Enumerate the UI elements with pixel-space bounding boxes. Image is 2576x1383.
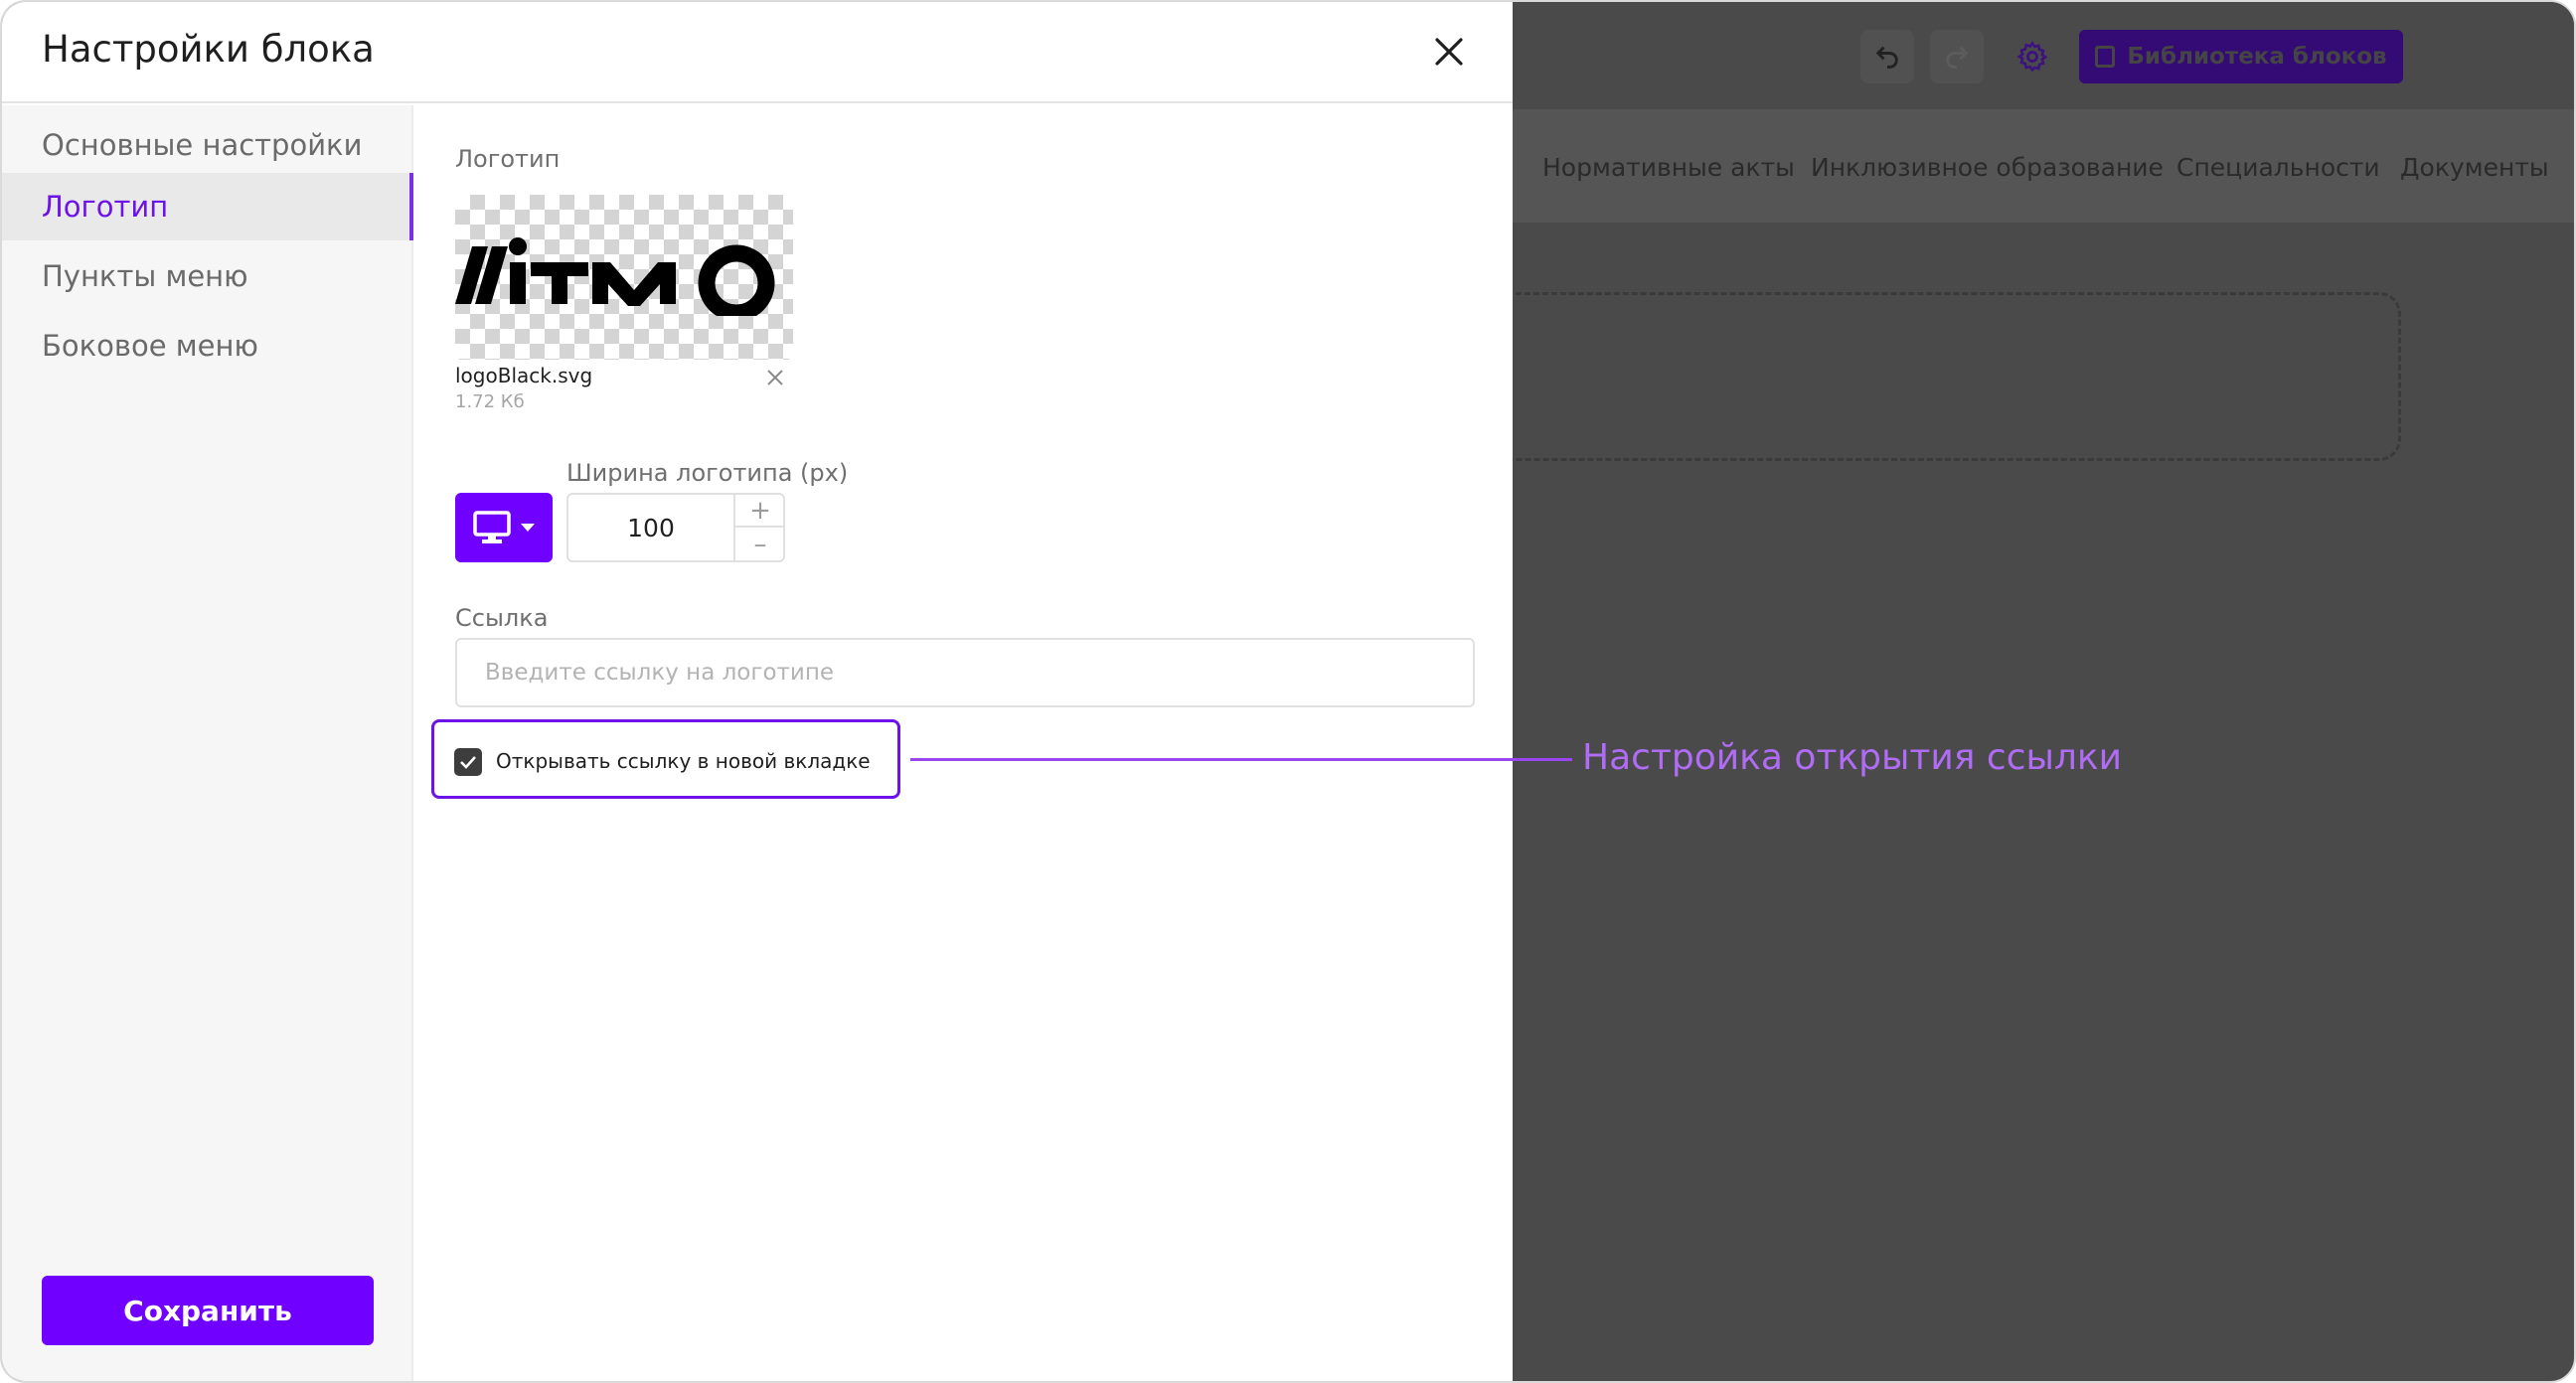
block-settings-dialog: Настройки блока Основные настройки Логот… <box>2 2 1513 1381</box>
block-drop-zone <box>1413 292 2401 461</box>
sidebar-item-menu-items[interactable]: Пункты меню <box>2 242 413 310</box>
close-button[interactable] <box>1425 28 1473 76</box>
itmo-logo <box>455 237 775 316</box>
dialog-title: Настройки блока <box>42 28 375 71</box>
nav-item-specialties[interactable]: Специальности <box>2176 153 2380 182</box>
decrement-button[interactable]: – <box>735 528 785 560</box>
chevron-down-icon <box>521 524 535 532</box>
redo-icon <box>1946 46 1969 69</box>
close-icon <box>767 370 783 385</box>
nav-item-inclusive-education[interactable]: Инклюзивное образование <box>1811 153 2164 182</box>
desktop-icon <box>473 511 511 543</box>
remove-file-button[interactable] <box>763 366 787 389</box>
nav-item-documents[interactable]: Документы <box>2400 153 2549 182</box>
library-icon <box>2095 46 2116 68</box>
close-icon <box>1435 38 1463 66</box>
annotation-label: Настройка открытия ссылки <box>1582 737 2123 778</box>
annotation-leader-line <box>910 758 1572 761</box>
stepper-controls: + – <box>733 495 785 560</box>
logo-preview[interactable] <box>455 195 793 360</box>
gear-icon <box>2016 41 2048 73</box>
save-button[interactable]: Сохранить <box>42 1276 374 1345</box>
link-input[interactable] <box>455 638 1475 707</box>
open-in-new-tab-label: Открывать ссылку в новой вкладке <box>496 749 871 773</box>
block-library-button[interactable]: Библиотека блоков <box>2079 30 2403 83</box>
nav-item-regulations[interactable]: Нормативные акты <box>1542 153 1795 182</box>
block-library-label: Библиотека блоков <box>2127 44 2387 70</box>
link-label: Ссылка <box>455 604 549 632</box>
undo-button[interactable] <box>1860 30 1914 83</box>
sidebar-item-general[interactable]: Основные настройки <box>2 111 413 179</box>
dialog-sidebar: Основные настройки Логотип Пункты меню Б… <box>2 105 413 1381</box>
sidebar-item-logo[interactable]: Логотип <box>2 173 413 240</box>
open-in-new-tab-option[interactable]: Открывать ссылку в новой вкладке <box>431 719 900 799</box>
logo-width-label: Ширина логотипа (px) <box>566 459 849 487</box>
screenshot-frame: Библиотека блоков Нормативные акты Инклю… <box>0 0 2576 1383</box>
logo-settings-panel: Логотип logoBlack.svg 1.72 Кб Ширина лог… <box>415 105 1513 1381</box>
settings-button[interactable] <box>2006 30 2059 83</box>
increment-button[interactable]: + <box>735 495 785 528</box>
sidebar-item-side-menu[interactable]: Боковое меню <box>2 312 413 380</box>
logo-section-label: Логотип <box>455 145 561 173</box>
open-in-new-tab-checkbox[interactable] <box>454 748 482 776</box>
redo-button[interactable] <box>1930 30 1984 83</box>
checkmark-icon <box>460 756 476 769</box>
device-select-button[interactable] <box>455 493 553 562</box>
logo-width-stepper[interactable]: 100 + – <box>566 493 785 562</box>
logo-width-value[interactable]: 100 <box>568 495 733 560</box>
logo-file-size: 1.72 Кб <box>455 391 525 412</box>
dialog-header: Настройки блока <box>2 2 1513 103</box>
undo-icon <box>1875 46 1898 69</box>
logo-file-name: logoBlack.svg <box>455 364 593 387</box>
